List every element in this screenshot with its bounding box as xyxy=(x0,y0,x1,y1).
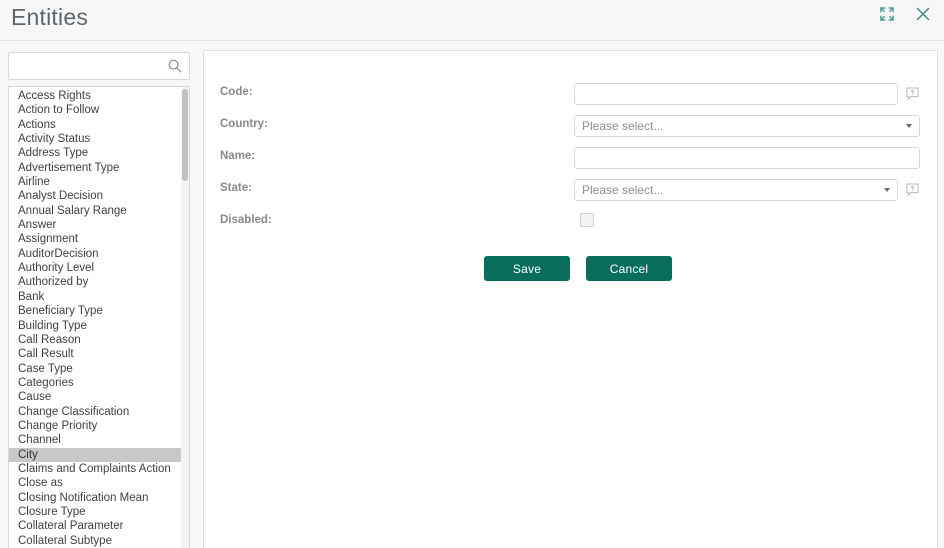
state-select[interactable]: Please select... xyxy=(574,179,898,201)
list-item[interactable]: Activity Status xyxy=(9,132,183,146)
list-item[interactable]: Action to Follow xyxy=(9,103,183,117)
search-input[interactable] xyxy=(9,53,165,79)
entity-detail-form: Code: ? Country: Please select... Name: xyxy=(203,50,938,548)
svg-text:?: ? xyxy=(911,90,915,97)
list-item[interactable]: Cause xyxy=(9,390,183,404)
page-title: Entities xyxy=(11,4,89,30)
window-titlebar: Entities xyxy=(0,0,944,41)
save-button[interactable]: Save xyxy=(484,256,570,281)
list-item[interactable]: Change Priority xyxy=(9,419,183,433)
entity-list-items: Access Rights Action to Follow Actions Acti… xyxy=(9,87,183,548)
disabled-checkbox[interactable] xyxy=(580,213,594,227)
form-row-country: Country: Please select... xyxy=(204,111,937,143)
list-item[interactable]: Beneficiary Type xyxy=(9,304,183,318)
label-code: Code: xyxy=(220,86,253,98)
list-item[interactable]: Advertisement Type xyxy=(9,161,183,175)
list-item[interactable]: Building Type xyxy=(9,319,183,333)
list-item[interactable]: Categories xyxy=(9,376,183,390)
list-item[interactable]: Address Type xyxy=(9,146,183,160)
window-controls xyxy=(876,3,934,25)
list-item[interactable]: Claims and Complaints Action xyxy=(9,462,183,476)
scrollbar-thumb[interactable] xyxy=(182,89,188,181)
list-item[interactable]: Bank xyxy=(9,290,183,304)
list-item[interactable]: Actions xyxy=(9,118,183,132)
help-tooltip-icon[interactable]: ? xyxy=(906,87,919,101)
list-item[interactable]: Annual Salary Range xyxy=(9,204,183,218)
form-row-name: Name: xyxy=(204,143,937,175)
close-icon[interactable] xyxy=(912,3,934,25)
list-item[interactable]: Access Rights xyxy=(9,89,183,103)
state-select-value: Please select... xyxy=(582,183,664,197)
list-item[interactable]: Case Type xyxy=(9,362,183,376)
form-row-state: State: Please select... ? xyxy=(204,175,937,207)
label-disabled: Disabled: xyxy=(220,214,272,226)
label-state: State: xyxy=(220,182,252,194)
list-item[interactable]: Change Classification xyxy=(9,405,183,419)
form-row-code: Code: ? xyxy=(204,79,937,111)
chevron-down-icon xyxy=(884,188,890,192)
country-select[interactable]: Please select... xyxy=(574,115,920,137)
code-input[interactable] xyxy=(574,83,898,105)
help-tooltip-icon[interactable]: ? xyxy=(906,183,919,197)
entity-list-scrollbar[interactable] xyxy=(181,87,189,548)
entities-dialog: Entities Access Rights Action to Follow … xyxy=(0,0,944,548)
list-item[interactable]: Authorized by xyxy=(9,275,183,289)
list-item[interactable]: Call Reason xyxy=(9,333,183,347)
search-box xyxy=(8,52,190,80)
list-item[interactable]: Closing Notification Mean xyxy=(9,491,183,505)
list-item[interactable]: Call Result xyxy=(9,347,183,361)
list-item[interactable]: Close as xyxy=(9,476,183,490)
country-select-value: Please select... xyxy=(582,119,664,133)
list-item[interactable]: Collateral Parameter xyxy=(9,519,183,533)
list-item[interactable]: Airline xyxy=(9,175,183,189)
list-item[interactable]: Analyst Decision xyxy=(9,189,183,203)
list-item[interactable]: Channel xyxy=(9,433,183,447)
form-row-disabled: Disabled: xyxy=(204,207,937,239)
search-icon[interactable] xyxy=(167,58,183,74)
cancel-button[interactable]: Cancel xyxy=(586,256,672,281)
expand-icon[interactable] xyxy=(876,3,898,25)
label-name: Name: xyxy=(220,150,256,162)
list-item[interactable]: City xyxy=(9,447,183,462)
list-item[interactable]: Authority Level xyxy=(9,261,183,275)
list-item[interactable]: Closure Type xyxy=(9,505,183,519)
list-item[interactable]: Answer xyxy=(9,218,183,232)
entity-list[interactable]: Access Rights Action to Follow Actions Acti… xyxy=(8,86,190,548)
svg-text:?: ? xyxy=(911,186,915,193)
list-item[interactable]: Collateral Subtype xyxy=(9,534,183,548)
name-input[interactable] xyxy=(574,147,920,169)
list-item[interactable]: Assignment xyxy=(9,232,183,246)
entity-list-panel: Access Rights Action to Follow Actions Acti… xyxy=(0,41,196,548)
list-item[interactable]: AuditorDecision xyxy=(9,247,183,261)
label-country: Country: xyxy=(220,118,268,130)
chevron-down-icon xyxy=(906,124,912,128)
